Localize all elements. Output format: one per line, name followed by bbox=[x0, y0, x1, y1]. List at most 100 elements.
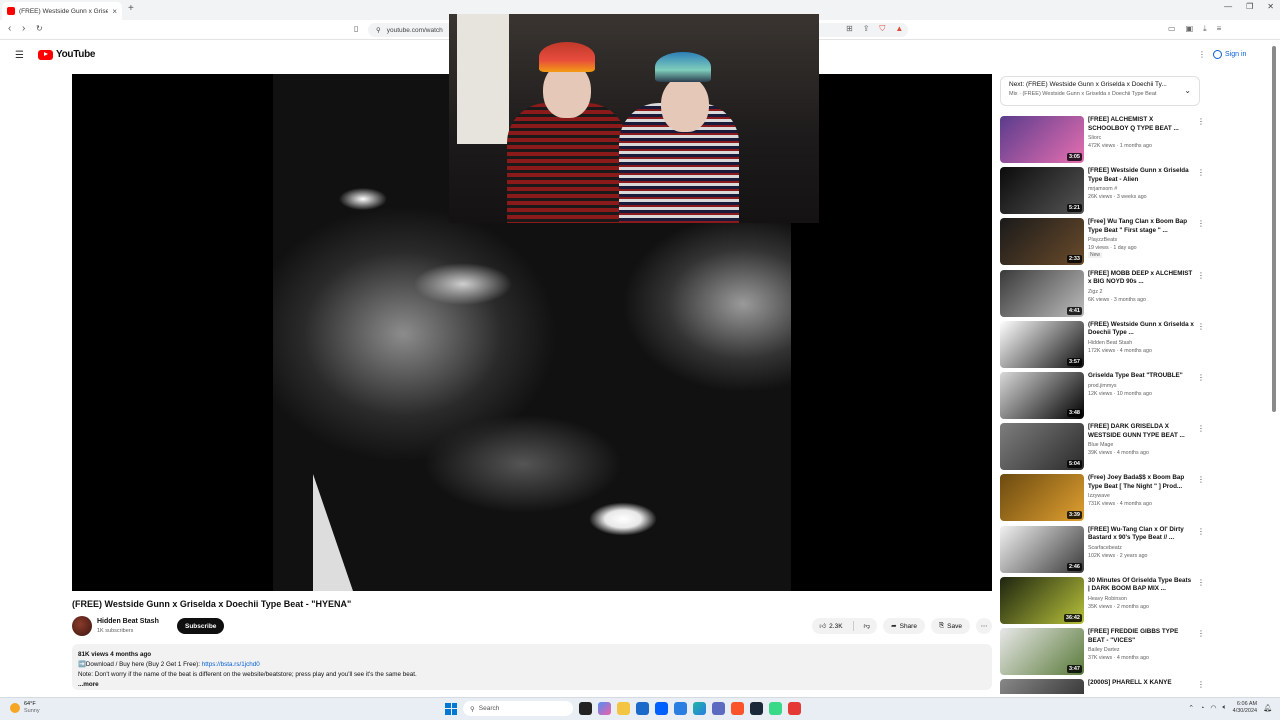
minimize-icon[interactable]: — bbox=[1224, 2, 1232, 11]
recommended-video-title[interactable]: [FREE] FREDDIE GIBBS TYPE BEAT - "VICES" bbox=[1088, 628, 1194, 645]
calculator-app-icon[interactable] bbox=[636, 702, 649, 715]
task-view-icon[interactable] bbox=[579, 702, 592, 715]
menu-icon[interactable]: ≡ bbox=[1217, 24, 1222, 34]
brave-rewards-icon[interactable]: ▲ bbox=[895, 24, 903, 34]
settings-kebab-icon[interactable]: ⋮ bbox=[1198, 50, 1206, 59]
forward-icon[interactable]: › bbox=[22, 23, 25, 34]
discord-icon[interactable] bbox=[712, 702, 725, 715]
more-options-icon[interactable]: ⋮ bbox=[1197, 629, 1205, 638]
more-options-icon[interactable]: ⋮ bbox=[1197, 117, 1205, 126]
close-tab-icon[interactable]: × bbox=[112, 7, 117, 16]
taskbar-search[interactable]: ⚲ Search bbox=[463, 701, 573, 716]
video-thumbnail[interactable]: 2:46 bbox=[1000, 525, 1084, 573]
file-explorer-icon[interactable] bbox=[617, 702, 630, 715]
notification-bell-icon[interactable]: 🔔︎ bbox=[1263, 704, 1272, 712]
copilot-icon[interactable] bbox=[598, 702, 611, 715]
recommended-video[interactable]: 5:04 [FREE] DARK GRISELDA X WESTSIDE GUNN… bbox=[1000, 423, 1205, 471]
bookmark-icon[interactable]: ▯ bbox=[354, 24, 358, 33]
weather-widget[interactable]: 64°F Sunny bbox=[10, 701, 40, 715]
more-actions-button[interactable]: ⋯ bbox=[976, 618, 992, 634]
more-options-icon[interactable]: ⋮ bbox=[1197, 322, 1205, 331]
recommended-video-channel[interactable]: PlayzzBeats bbox=[1088, 237, 1194, 243]
up-next-mix[interactable]: Next: (FREE) Westside Gunn x Griselda x … bbox=[1000, 76, 1200, 106]
close-window-icon[interactable]: ✕ bbox=[1267, 2, 1274, 11]
start-windows-icon[interactable] bbox=[445, 702, 457, 715]
recommended-video-channel[interactable]: Bailey Dartez bbox=[1088, 647, 1194, 653]
wifi-icon[interactable]: ◠ bbox=[1210, 704, 1216, 712]
downloads-icon[interactable]: ⤓ bbox=[1203, 24, 1207, 34]
edge-icon[interactable] bbox=[693, 702, 706, 715]
share-button[interactable]: ➦ Share bbox=[883, 618, 925, 634]
recommended-video-channel[interactable]: Izzywave bbox=[1088, 493, 1194, 499]
recommended-video-channel[interactable]: prod.jimmys bbox=[1088, 383, 1194, 389]
more-options-icon[interactable]: ⋮ bbox=[1197, 424, 1205, 433]
dislike-button[interactable]: 👎︎ bbox=[857, 618, 878, 634]
recommended-video[interactable]: 3:57 (FREE) Westside Gunn x Griselda x Do… bbox=[1000, 320, 1205, 369]
back-icon[interactable]: ‹ bbox=[8, 23, 11, 34]
video-thumbnail[interactable]: 3:47 bbox=[1000, 628, 1084, 675]
steam-icon[interactable] bbox=[750, 702, 763, 715]
volume-icon[interactable]: 🔈︎ bbox=[1222, 704, 1226, 712]
more-options-icon[interactable]: ⋮ bbox=[1197, 373, 1205, 382]
recommended-video-title[interactable]: [FREE] Wu-Tang Clan x Ol' Dirty Bastard … bbox=[1088, 526, 1194, 543]
recommended-video[interactable]: 3:39 (Free) Joey Bada$$ x Boom Bap Type B… bbox=[1000, 474, 1205, 522]
channel-avatar[interactable] bbox=[72, 616, 92, 636]
video-thumbnail[interactable]: 2:33 bbox=[1000, 218, 1084, 266]
dropbox-icon[interactable] bbox=[655, 702, 668, 715]
recommended-video[interactable]: 3:48 Griselda Type Beat "TROUBLE" prod.jim… bbox=[1000, 372, 1205, 420]
more-options-icon[interactable]: ⋮ bbox=[1197, 168, 1205, 177]
recommended-video-channel[interactable]: Scarfacebeatz bbox=[1088, 545, 1194, 551]
install-app-icon[interactable]: ⊞ bbox=[846, 24, 853, 34]
video-thumbnail[interactable]: 3:57 bbox=[1000, 320, 1084, 368]
video-thumbnail[interactable]: 3:48 bbox=[1000, 372, 1084, 419]
recommended-video-title[interactable]: [Free] Wu Tang Clan x Boom Bap Type Beat… bbox=[1088, 218, 1194, 235]
video-thumbnail[interactable]: 5:04 bbox=[1000, 423, 1084, 471]
recommended-video-title[interactable]: 30 Minutes Of Griselda Type Beats | DARK… bbox=[1088, 577, 1194, 594]
more-options-icon[interactable]: ⋮ bbox=[1197, 527, 1205, 536]
more-options-icon[interactable]: ⋮ bbox=[1197, 219, 1205, 228]
recommended-video-channel[interactable]: Blue Mage bbox=[1088, 442, 1194, 448]
recommended-video-title[interactable]: [FREE] MOBB DEEP x ALCHEMIST x BIG NOYD … bbox=[1088, 270, 1194, 287]
app-green-icon[interactable] bbox=[769, 702, 782, 715]
recommended-video-title[interactable]: [FREE] Westside Gunn x Griselda Type Bea… bbox=[1088, 167, 1194, 184]
subscribe-button[interactable]: Subscribe bbox=[177, 618, 225, 634]
show-more-link[interactable]: ...more bbox=[78, 680, 986, 690]
new-tab-icon[interactable]: + bbox=[128, 3, 134, 14]
clock[interactable]: 6:06 AM 4/30/2024 bbox=[1233, 701, 1257, 715]
recommended-video-channel[interactable]: mrjamsom # bbox=[1088, 186, 1194, 192]
chevron-down-icon[interactable]: ⌄ bbox=[1184, 86, 1191, 95]
share-page-icon[interactable]: ⇪ bbox=[863, 24, 870, 34]
browser-tab[interactable]: (FREE) Westside Gunn x Griselda × bbox=[2, 2, 122, 20]
sidebar-icon[interactable]: ▭ bbox=[1168, 24, 1176, 34]
mail-icon[interactable] bbox=[674, 702, 687, 715]
youtube-logo[interactable]: YouTube bbox=[38, 49, 96, 60]
recommended-video[interactable]: [2000S] PHARELL X KANYE ⋮ bbox=[1000, 679, 1205, 694]
recommended-video[interactable]: 3:47 [FREE] FREDDIE GIBBS TYPE BEAT - "VI… bbox=[1000, 628, 1205, 676]
recommended-video-channel[interactable]: Sliorc bbox=[1088, 135, 1194, 141]
save-button[interactable]: ⎘ Save bbox=[930, 618, 970, 634]
recommended-video[interactable]: 3:05 [FREE] ALCHEMIST X SCHOOLBOY Q TYPE … bbox=[1000, 116, 1205, 164]
beatstore-link[interactable]: https://bsta.rs/1jchd0 bbox=[202, 661, 260, 668]
brave-shield-icon[interactable]: ⛉ bbox=[879, 24, 885, 34]
recommended-video[interactable]: 2:46 [FREE] Wu-Tang Clan x Ol' Dirty Bast… bbox=[1000, 525, 1205, 574]
recommended-video-channel[interactable]: Zigz 2 bbox=[1088, 289, 1194, 295]
recommended-video-title[interactable]: (FREE) Westside Gunn x Griselda x Doechi… bbox=[1088, 321, 1194, 338]
video-thumbnail[interactable]: 3:05 bbox=[1000, 116, 1084, 163]
recommended-video-title[interactable]: (Free) Joey Bada$$ x Boom Bap Type Beat … bbox=[1088, 474, 1194, 491]
video-thumbnail[interactable] bbox=[1000, 679, 1084, 694]
chevron-up-icon[interactable]: ⌃ bbox=[1188, 704, 1194, 712]
video-thumbnail[interactable]: 4:41 bbox=[1000, 269, 1084, 317]
recommended-video-title[interactable]: Griselda Type Beat "TROUBLE" bbox=[1088, 372, 1194, 381]
page-scrollbar[interactable] bbox=[1270, 42, 1278, 412]
recommended-video-channel[interactable]: Heavy Robinson bbox=[1088, 596, 1194, 602]
sign-in-button[interactable]: Sign in bbox=[1213, 47, 1246, 62]
video-thumbnail[interactable]: 5:21 bbox=[1000, 167, 1084, 215]
recommended-video[interactable]: 4:41 [FREE] MOBB DEEP x ALCHEMIST x BIG N… bbox=[1000, 269, 1205, 318]
recommended-video-title[interactable]: [2000S] PHARELL X KANYE bbox=[1088, 679, 1194, 688]
recommended-video[interactable]: 36:42 30 Minutes Of Griselda Type Beats |… bbox=[1000, 576, 1205, 625]
video-thumbnail[interactable]: 3:39 bbox=[1000, 474, 1084, 522]
recommended-video-title[interactable]: [FREE] DARK GRISELDA X WESTSIDE GUNN TYP… bbox=[1088, 423, 1194, 440]
recommended-video-title[interactable]: [FREE] ALCHEMIST X SCHOOLBOY Q TYPE BEAT… bbox=[1088, 116, 1194, 133]
wallet-icon[interactable]: ▣ bbox=[1186, 24, 1194, 34]
recommended-video-channel[interactable]: Hidden Beat Stash bbox=[1088, 340, 1194, 346]
